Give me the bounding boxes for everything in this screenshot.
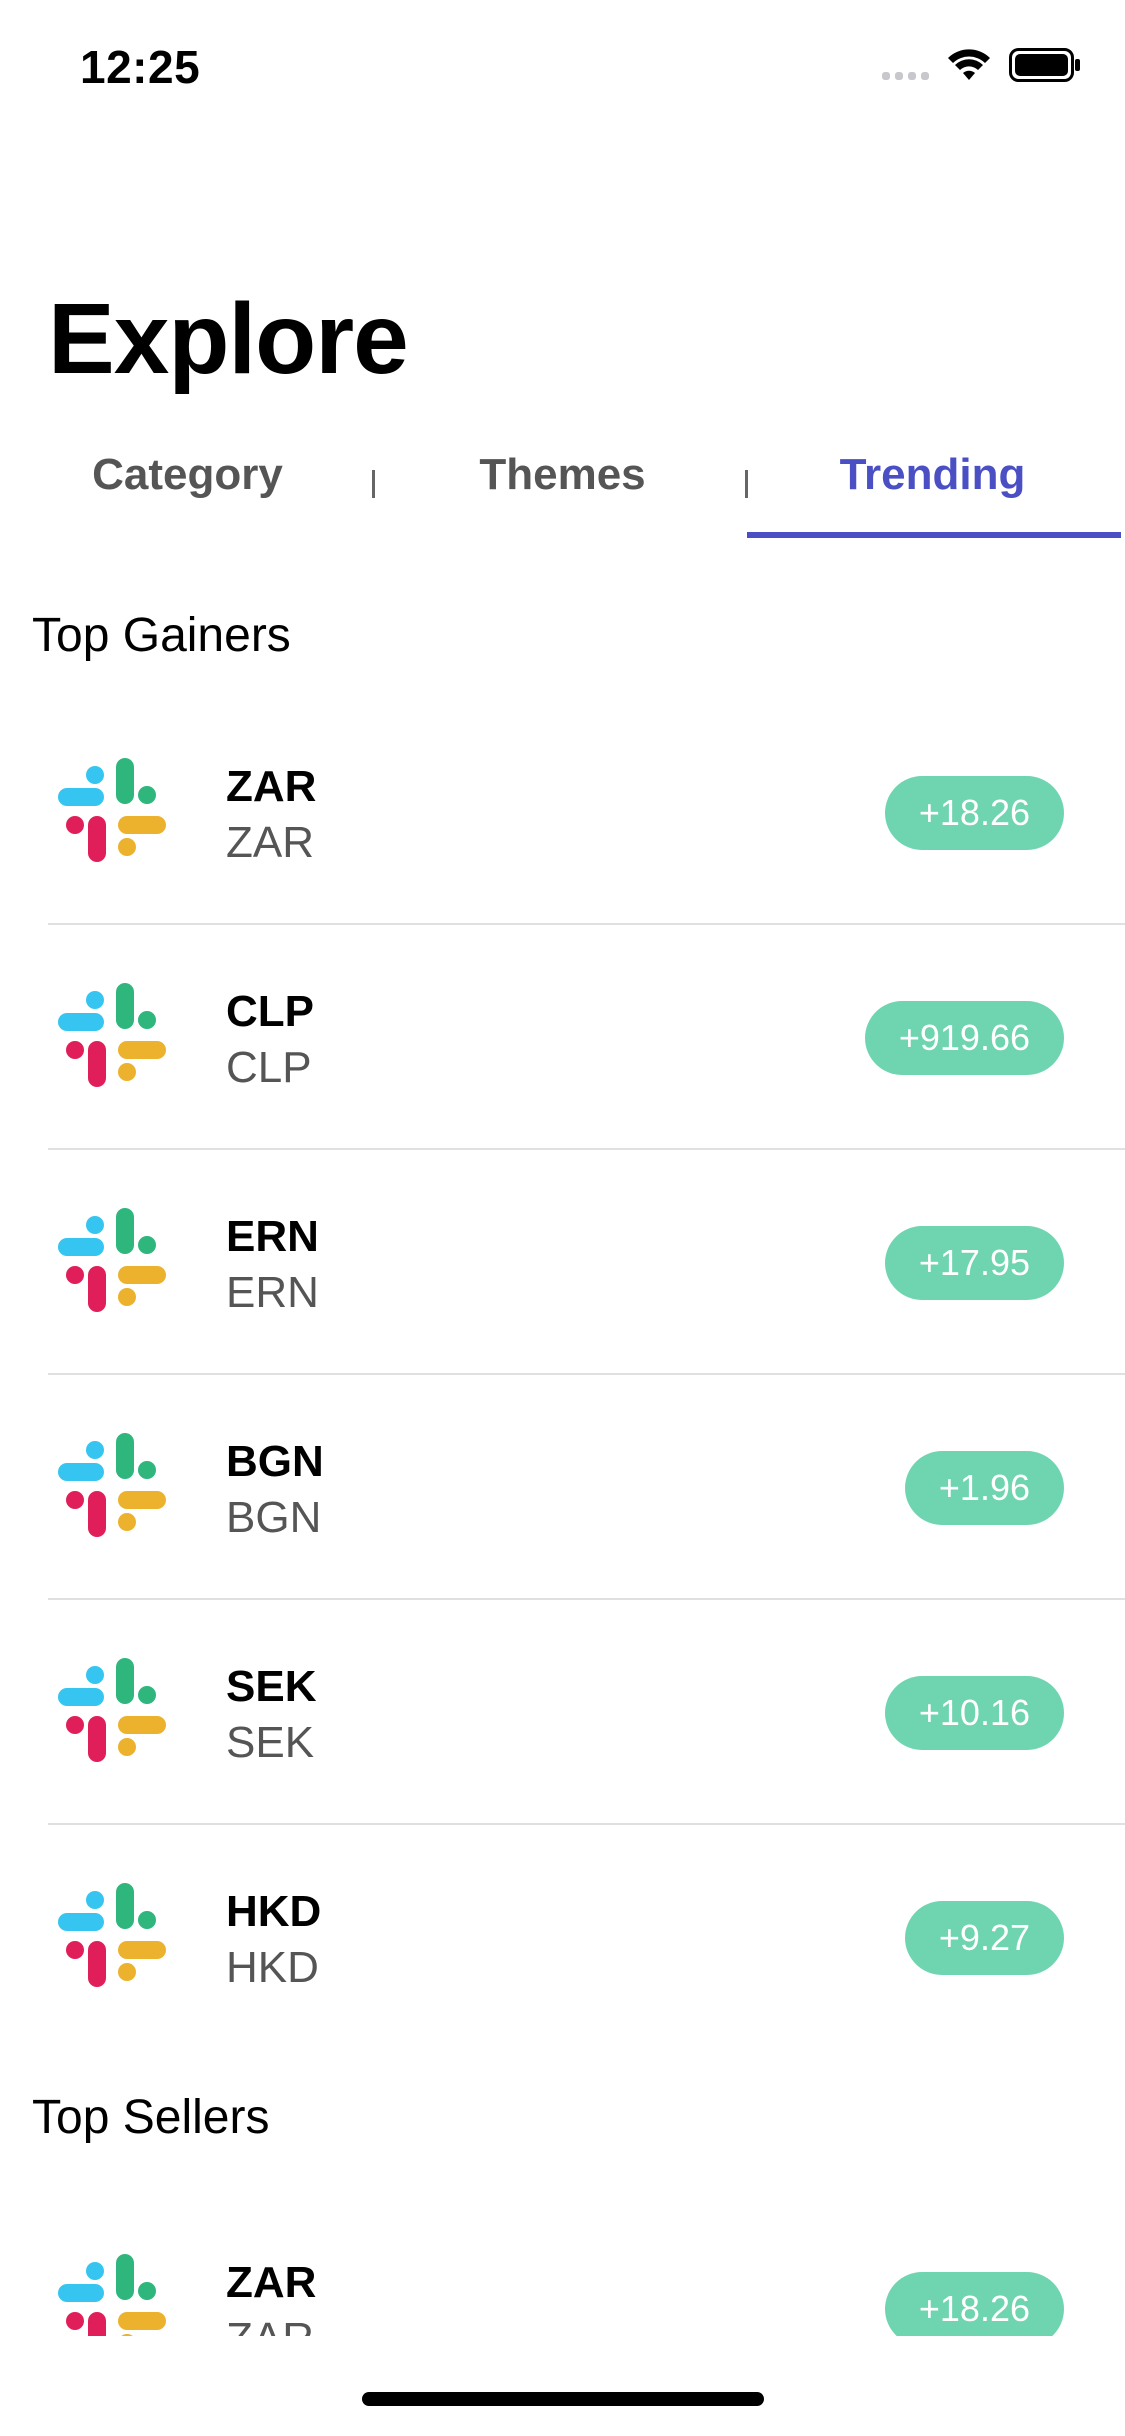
change-badge: +10.16 (884, 1676, 1064, 1750)
change-badge: +18.26 (884, 776, 1064, 850)
list-item[interactable]: SEK SEK +10.16 (0, 1600, 1125, 1825)
status-time: 12:25 (80, 41, 201, 93)
slack-logo-icon (58, 983, 166, 1087)
top-sellers-list: ZAR ZAR +18.26 (0, 2196, 1125, 2336)
tab-category[interactable]: Category (0, 440, 375, 540)
slack-logo-icon (58, 2254, 166, 2336)
currency-subtitle: CLP (226, 1043, 312, 1092)
active-tab-indicator (747, 532, 1121, 538)
currency-subtitle: ZAR (226, 2314, 314, 2336)
change-badge: +9.27 (904, 1901, 1064, 1975)
tab-bar: Category Themes Trending (0, 440, 1125, 540)
list-item[interactable]: ZAR ZAR +18.26 (0, 700, 1125, 925)
currency-code: ZAR (226, 2258, 317, 2307)
currency-code: SEK (226, 1662, 317, 1711)
currency-subtitle: SEK (226, 1718, 315, 1767)
section-title-top-gainers: Top Gainers (32, 609, 291, 662)
list-item[interactable]: ZAR ZAR +18.26 (0, 2196, 1125, 2336)
slack-logo-icon (58, 1433, 166, 1537)
currency-subtitle: HKD (226, 1943, 319, 1992)
tab-trending[interactable]: Trending (745, 440, 1120, 540)
tab-themes[interactable]: Themes (375, 440, 750, 540)
cellular-signal-icon (882, 50, 929, 80)
currency-code: BGN (226, 1437, 324, 1486)
slack-logo-icon (58, 758, 166, 862)
status-bar: 12:25 (0, 0, 1125, 140)
top-gainers-list: ZAR ZAR +18.26 CLP CLP +919.66 ERN ERN +… (0, 700, 1125, 2050)
list-item[interactable]: CLP CLP +919.66 (0, 925, 1125, 1150)
list-item[interactable]: BGN BGN +1.96 (0, 1375, 1125, 1600)
change-badge: +17.95 (884, 1226, 1064, 1300)
currency-subtitle: ZAR (226, 818, 314, 867)
page-title: Explore (48, 283, 409, 395)
slack-logo-icon (58, 1208, 166, 1312)
currency-code: ZAR (226, 762, 317, 811)
slack-logo-icon (58, 1658, 166, 1762)
currency-code: HKD (226, 1887, 322, 1936)
change-badge: +919.66 (864, 1001, 1064, 1075)
currency-subtitle: BGN (226, 1493, 322, 1542)
status-icons (882, 48, 1081, 82)
list-item[interactable]: HKD HKD +9.27 (0, 1825, 1125, 2050)
currency-code: CLP (226, 987, 314, 1036)
currency-subtitle: ERN (226, 1268, 319, 1317)
home-indicator[interactable] (362, 2392, 764, 2406)
currency-code: ERN (226, 1212, 319, 1261)
list-item[interactable]: ERN ERN +17.95 (0, 1150, 1125, 1375)
section-title-top-sellers: Top Sellers (32, 2091, 270, 2144)
battery-icon (1009, 48, 1081, 82)
slack-logo-icon (58, 1883, 166, 1987)
top-sellers-viewport: ZAR ZAR +18.26 (0, 2196, 1125, 2336)
change-badge: +18.26 (884, 2272, 1064, 2336)
change-badge: +1.96 (904, 1451, 1064, 1525)
wifi-icon (947, 48, 991, 82)
